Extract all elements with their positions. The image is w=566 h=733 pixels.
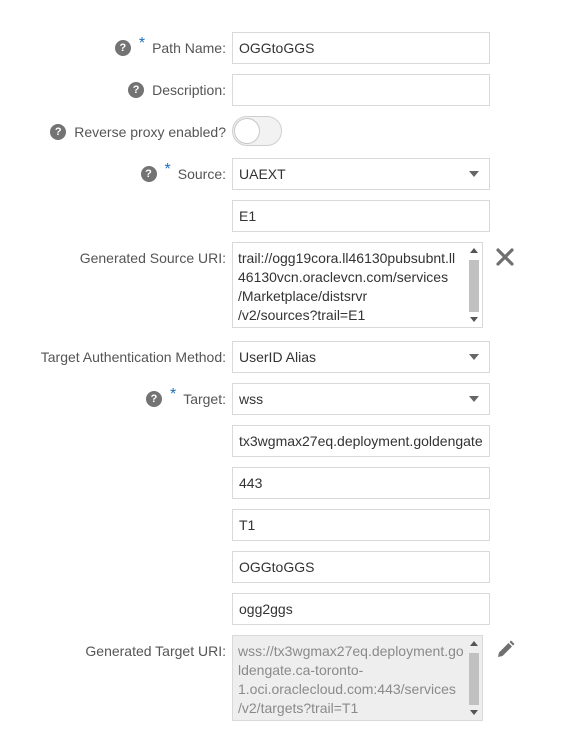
required-indicator: * — [164, 161, 171, 178]
target-domain-input[interactable]: OGGtoGGS — [232, 551, 490, 583]
description-input[interactable] — [232, 74, 490, 106]
question-circle-icon[interactable]: ? — [50, 124, 67, 140]
path-name-label-group: ? * Path Name: — [114, 32, 226, 64]
path-name-input[interactable]: OGGtoGGS — [232, 32, 490, 64]
generated-source-uri-label: Generated Source URI: — [79, 250, 226, 266]
chevron-down-icon — [469, 354, 479, 360]
description-label: Description: — [152, 82, 226, 98]
source-trail-value: E1 — [239, 208, 257, 224]
description-label-group: ? Description: — [128, 74, 226, 106]
generated-target-uri-label: Generated Target URI: — [85, 643, 226, 659]
target-alias-value: ogg2ggs — [239, 601, 293, 617]
reverse-proxy-toggle[interactable] — [232, 116, 282, 146]
generated-target-uri-textarea[interactable]: wss://tx3wgmax27eq.deployment.go ldengate… — [232, 635, 483, 721]
source-label: Source: — [177, 166, 226, 182]
target-auth-selected-value: UserID Alias — [239, 349, 317, 365]
source-label-group: ? * Source: — [140, 158, 226, 190]
source-trail-input[interactable]: E1 — [232, 200, 490, 232]
scrollbar-thumb[interactable] — [469, 653, 479, 705]
scroll-up-icon[interactable] — [470, 641, 478, 646]
toggle-knob — [234, 118, 260, 144]
target-domain-value: OGGtoGGS — [239, 559, 315, 575]
target-alias-input[interactable]: ogg2ggs — [232, 593, 490, 625]
target-trail-input[interactable]: T1 — [232, 509, 490, 541]
required-indicator: * — [169, 386, 177, 403]
target-protocol-select[interactable]: wss — [232, 383, 490, 415]
textarea-scrollbar[interactable] — [467, 244, 481, 326]
question-circle-icon[interactable]: ? — [145, 391, 162, 407]
target-protocol-value: wss — [239, 391, 264, 407]
target-host-input[interactable]: tx3wgmax27eq.deployment.goldengate — [232, 425, 490, 457]
target-auth-select[interactable]: UserID Alias — [232, 341, 490, 373]
pencil-icon[interactable] — [494, 639, 516, 661]
question-circle-icon[interactable]: ? — [140, 166, 157, 182]
scroll-up-icon[interactable] — [470, 248, 478, 253]
target-port-input[interactable]: 443 — [232, 467, 490, 499]
source-select[interactable]: UAEXT — [232, 158, 490, 190]
target-label-group: ? * Target: — [145, 383, 226, 415]
generated-target-uri-text: wss://tx3wgmax27eq.deployment.go ldengate… — [238, 643, 464, 716]
chevron-down-icon — [469, 171, 479, 177]
target-port-value: 443 — [239, 475, 263, 491]
generated-source-uri-textarea[interactable]: trail://ogg19cora.ll46130pubsubnt.ll 4613… — [232, 242, 483, 328]
textarea-scrollbar[interactable] — [467, 637, 481, 719]
path-name-value: OGGtoGGS — [239, 40, 315, 56]
question-circle-icon[interactable]: ? — [128, 82, 145, 98]
scroll-down-icon[interactable] — [470, 710, 478, 715]
required-indicator: * — [138, 35, 146, 52]
chevron-down-icon — [469, 396, 479, 402]
generated-source-uri-text: trail://ogg19cora.ll46130pubsubnt.ll 4613… — [238, 250, 456, 323]
reverse-proxy-label-group: ? Reverse proxy enabled? — [50, 116, 226, 148]
source-selected-value: UAEXT — [239, 166, 286, 182]
target-trail-value: T1 — [239, 517, 256, 533]
close-icon[interactable] — [494, 246, 516, 268]
path-name-label: Path Name: — [152, 40, 226, 56]
scrollbar-thumb[interactable] — [469, 260, 479, 312]
target-host-value: tx3wgmax27eq.deployment.goldengate — [239, 433, 483, 449]
question-circle-icon[interactable]: ? — [114, 40, 131, 56]
target-label: Target: — [183, 391, 226, 407]
scroll-down-icon[interactable] — [470, 317, 478, 322]
target-auth-label: Target Authentication Method: — [40, 349, 226, 365]
reverse-proxy-label: Reverse proxy enabled? — [74, 124, 226, 140]
